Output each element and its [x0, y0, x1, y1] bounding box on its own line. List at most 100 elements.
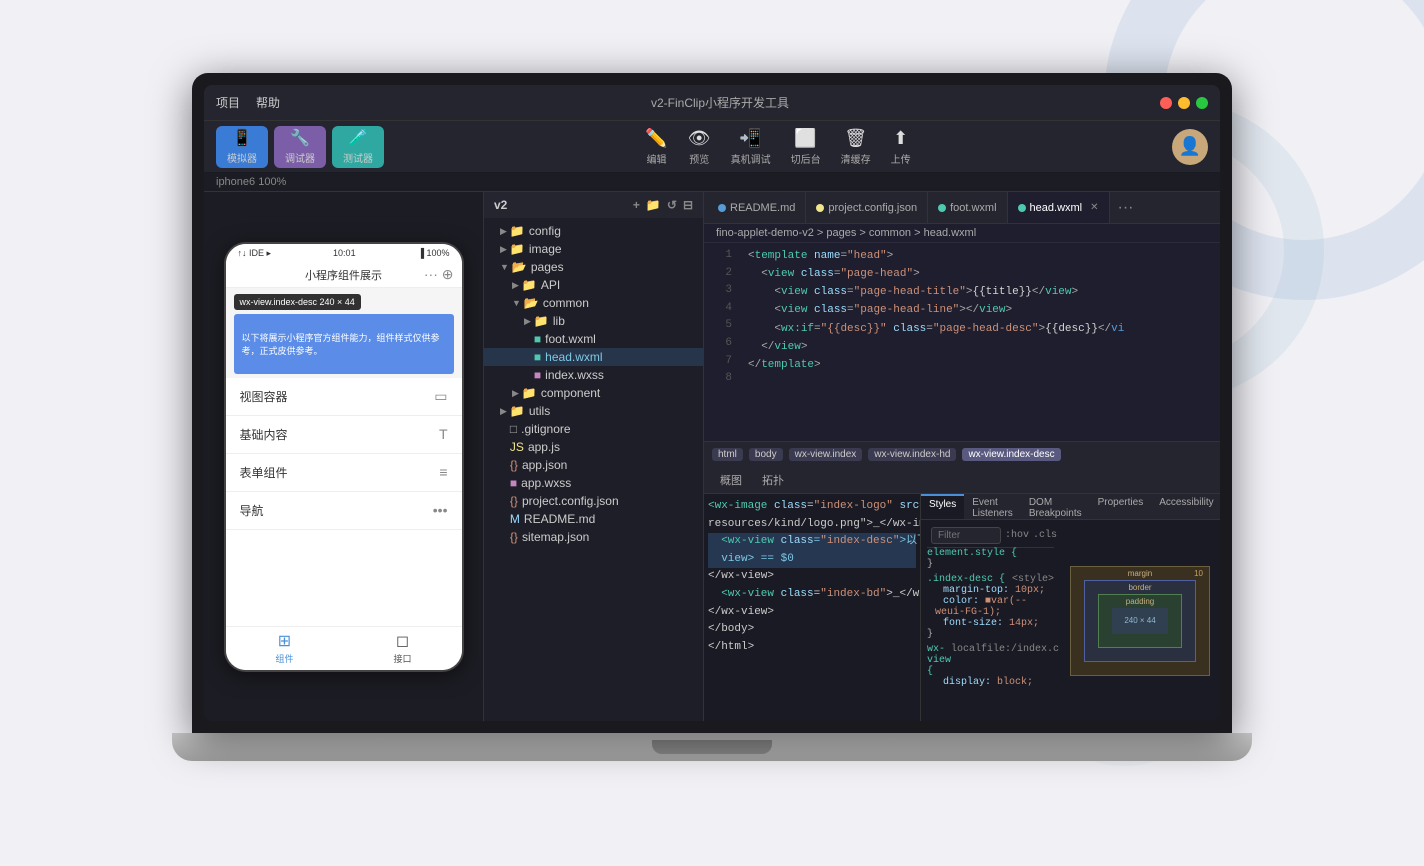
background-label: 切后台 — [791, 151, 821, 166]
code-line-3: <view class="page-head-title">{{title}}<… — [748, 283, 1212, 301]
filetree-icon-collapse[interactable]: ⊟ — [683, 198, 693, 212]
styles-tab-properties[interactable]: Properties — [1090, 494, 1152, 519]
phone-battery: ▐ 100% — [418, 248, 450, 258]
styles-tab-accessibility[interactable]: Accessibility — [1151, 494, 1220, 519]
menu-item-project[interactable]: 项目 — [216, 94, 240, 111]
rule-selector-wx-view: wx-view { — [927, 644, 951, 677]
upload-action[interactable]: ⬆ 上传 — [891, 128, 911, 166]
phone-menu-icon-0: ▭ — [434, 388, 447, 405]
code-line-1: <template name="head"> — [748, 247, 1212, 265]
rule-brace-close-1: } — [927, 559, 1054, 570]
simulator-icon: 📱 — [232, 128, 252, 148]
path-html[interactable]: html — [712, 448, 743, 461]
folder-icon-image: 📁 — [510, 242, 525, 256]
rule-selector-element: element.style { — [927, 548, 1054, 559]
laptop-screen-shell: 项目 帮助 v2-FinClip小程序开发工具 📱 模拟器 — [192, 73, 1232, 733]
tree-item-app-wxss[interactable]: ▶ ■ app.wxss — [484, 474, 703, 492]
tree-item-pages[interactable]: ▼ 📂 pages — [484, 258, 703, 276]
tab-dot-readme — [718, 204, 726, 212]
tree-item-config[interactable]: ▶ 📁 config — [484, 222, 703, 240]
phone-title-bar: 小程序组件展示 ··· ⊕ — [226, 263, 462, 288]
style-rule-wx-view: wx-view { localfile:/index.css:2 display… — [927, 644, 1054, 688]
phone-tab-interface[interactable]: ◻ 接口 — [344, 627, 462, 670]
code-line-2: <view class="page-head"> — [748, 265, 1212, 283]
styles-tab-event-listeners[interactable]: Event Listeners — [964, 494, 1021, 519]
phone-menu-item-1[interactable]: 基础内容 T — [226, 416, 462, 454]
filter-input[interactable] — [931, 527, 1001, 544]
tree-item-lib[interactable]: ▶ 📁 lib — [484, 312, 703, 330]
tab-label-foot-wxml: foot.wxml — [950, 202, 996, 214]
code-editor[interactable]: 1 2 3 4 5 6 7 8 <template name="head"> <… — [704, 243, 1220, 441]
edit-action[interactable]: ✏️ 编辑 — [645, 128, 667, 166]
tree-item-head-wxml[interactable]: ▶ ■ head.wxml — [484, 348, 703, 366]
tab-more-button[interactable]: ··· — [1110, 199, 1142, 217]
device-debug-action[interactable]: 📲 真机调试 — [731, 128, 771, 166]
tree-item-app-json[interactable]: ▶ {} app.json — [484, 456, 703, 474]
code-line-6: </view> — [748, 338, 1212, 356]
tree-item-index-wxss[interactable]: ▶ ■ index.wxss — [484, 366, 703, 384]
tab-close-head-wxml[interactable]: ✕ — [1090, 202, 1098, 213]
filter-hov[interactable]: :hov — [1005, 530, 1029, 541]
filetree-icon-new-file[interactable]: + — [633, 198, 640, 212]
html-line-8: </html> — [708, 639, 916, 657]
box-content: 240 × 44 — [1112, 608, 1168, 634]
phone-signal: ↑↓ IDE ▸ — [238, 248, 272, 259]
phone-title-dots[interactable]: ··· ⊕ — [424, 266, 454, 283]
clear-cache-action[interactable]: 🗑 清缓存 — [841, 128, 871, 166]
edit-label: 编辑 — [647, 151, 667, 166]
menu-item-help[interactable]: 帮助 — [256, 94, 280, 111]
phone-menu-icon-3: ••• — [433, 502, 448, 518]
tab-foot-wxml[interactable]: foot.wxml — [928, 192, 1007, 224]
tree-arrow-config: ▶ — [500, 226, 507, 237]
file-icon-sitemap: {} — [510, 530, 518, 544]
phone-menu-item-2[interactable]: 表单组件 ≡ — [226, 454, 462, 492]
path-wx-view-index[interactable]: wx-view.index — [789, 448, 863, 461]
path-body[interactable]: body — [749, 448, 783, 461]
tree-item-component[interactable]: ▶ 📁 component — [484, 384, 703, 402]
tree-item-sitemap[interactable]: ▶ {} sitemap.json — [484, 528, 703, 546]
minimize-button[interactable] — [1178, 97, 1190, 109]
phone-menu-label-0: 视图容器 — [240, 388, 288, 405]
tree-arrow-common: ▼ — [512, 298, 521, 308]
phone-menu-item-0[interactable]: 视图容器 ▭ — [226, 378, 462, 416]
bottom-panel-tabs: 概图 拓扑 — [704, 466, 1220, 494]
filetree-header: v2 + 📁 ↺ ⊟ — [484, 192, 703, 218]
preview-action[interactable]: 👁 预览 — [688, 128, 711, 166]
debugger-button[interactable]: 🔧 调试器 — [274, 126, 326, 168]
tab-readme[interactable]: README.md — [708, 192, 806, 224]
tree-item-utils[interactable]: ▶ 📁 utils — [484, 402, 703, 420]
filetree-icon-refresh[interactable]: ↺ — [667, 198, 677, 212]
panel-tab-map[interactable]: 概图 — [712, 470, 750, 490]
path-wx-view-index-hd[interactable]: wx-view.index-hd — [868, 448, 956, 461]
phone-menu-item-3[interactable]: 导航 ••• — [226, 492, 462, 530]
filter-bar: :hov .cls + — [927, 524, 1054, 548]
tab-head-wxml[interactable]: head.wxml ✕ — [1008, 192, 1110, 224]
filetree-icon-new-folder[interactable]: 📁 — [646, 198, 661, 212]
rule-brace-close-2: } — [927, 629, 1054, 640]
styles-tab-dom-breakpoints[interactable]: DOM Breakpoints — [1021, 494, 1090, 519]
html-line-2: <wx-view class="index-desc">以下将展示小程序官方组件… — [708, 533, 916, 551]
html-line-0: <wx-image class="index-logo" src="../res… — [708, 498, 916, 516]
tree-item-image[interactable]: ▶ 📁 image — [484, 240, 703, 258]
tab-project-config[interactable]: project.config.json — [806, 192, 928, 224]
panel-tab-nav[interactable]: 拓扑 — [754, 470, 792, 490]
phone-tab-component[interactable]: ⊞ 组件 — [226, 627, 344, 670]
styles-tab-styles[interactable]: Styles — [921, 494, 964, 519]
box-content-label: 240 × 44 — [1124, 616, 1155, 625]
maximize-button[interactable] — [1196, 97, 1208, 109]
box-margin-label: margin — [1128, 569, 1152, 578]
tree-item-readme[interactable]: ▶ M README.md — [484, 510, 703, 528]
background-action[interactable]: ⬜ 切后台 — [791, 128, 821, 166]
close-button[interactable] — [1160, 97, 1172, 109]
tester-button[interactable]: 🧪 测试器 — [332, 126, 384, 168]
path-wx-view-index-desc[interactable]: wx-view.index-desc — [962, 448, 1060, 461]
tree-item-gitignore[interactable]: ▶ □ .gitignore — [484, 420, 703, 438]
tree-item-project-config[interactable]: ▶ {} project.config.json — [484, 492, 703, 510]
filter-cls[interactable]: .cls — [1033, 530, 1057, 541]
user-avatar[interactable]: 👤 — [1172, 129, 1208, 165]
tree-item-api[interactable]: ▶ 📁 API — [484, 276, 703, 294]
simulator-button[interactable]: 📱 模拟器 — [216, 126, 268, 168]
tree-item-app-js[interactable]: ▶ JS app.js — [484, 438, 703, 456]
tree-item-common[interactable]: ▼ 📂 common — [484, 294, 703, 312]
tree-item-foot-wxml[interactable]: ▶ ■ foot.wxml — [484, 330, 703, 348]
